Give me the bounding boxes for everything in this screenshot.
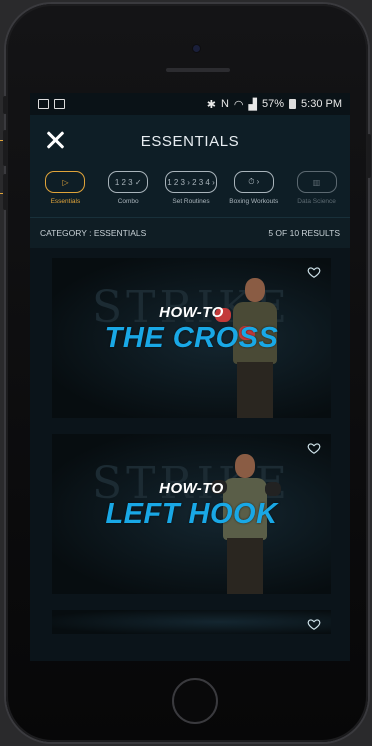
status-right: ✱ N ◠ ▟ 57% 5:30 PM: [207, 98, 342, 111]
tab-label: Set Routines: [172, 198, 210, 205]
video-card[interactable]: STRIKE HOW-TO LEFT HOOK: [52, 434, 331, 594]
play-icon: ▷: [45, 171, 86, 193]
card-heading: HOW-TO: [159, 480, 224, 497]
tab-label: Combo: [117, 198, 139, 205]
heart-icon[interactable]: [307, 265, 321, 279]
gallery-icon: [38, 99, 49, 109]
tab-boxing-workouts[interactable]: ⏱ › Boxing Workouts: [222, 171, 285, 205]
close-icon[interactable]: [44, 128, 68, 152]
page-title: ESSENTIALS: [140, 132, 240, 150]
side-button-power: [367, 134, 371, 178]
boxer-head: [235, 454, 255, 478]
timer-icon: ⏱ ›: [233, 171, 274, 193]
tab-set-routines[interactable]: 1 2 3 › 2 3 4 › Set Routines: [160, 171, 223, 205]
home-button[interactable]: [172, 678, 218, 724]
heart-icon[interactable]: [307, 617, 321, 631]
app-screen: ✱ N ◠ ▟ 57% 5:30 PM ESSENTIALS ▷ Essenti…: [30, 93, 350, 661]
tab-label: Boxing Workouts: [229, 198, 279, 205]
video-list: STRIKE HOW-TO THE CROSS STRIKE HOW-TO LE…: [30, 248, 350, 661]
tab-label: Data Science: [297, 198, 336, 205]
tab-essentials[interactable]: ▷ Essentials: [34, 171, 97, 205]
card-title: LEFT HOOK: [105, 498, 278, 530]
card-heading: HOW-TO: [159, 304, 224, 321]
card-background: [52, 610, 331, 634]
bluetooth-icon: ✱: [206, 98, 216, 111]
tab-data-science[interactable]: ▥ Data Science: [285, 171, 348, 205]
battery-icon: [289, 99, 297, 109]
heart-icon[interactable]: [307, 441, 321, 455]
notification-icon: [54, 99, 65, 109]
combo-icon: 1 2 3 ✓: [108, 171, 149, 193]
wifi-icon: ◠: [233, 98, 244, 111]
battery-percent: 57%: [262, 98, 285, 110]
results-count: 5 OF 10 RESULTS: [268, 228, 340, 238]
status-bar: ✱ N ◠ ▟ 57% 5:30 PM: [30, 93, 350, 115]
category-bar: CATEGORY : ESSENTIALS 5 OF 10 RESULTS: [30, 217, 350, 248]
side-button-volume-down: [3, 174, 7, 210]
earpiece-speaker: [166, 68, 230, 72]
nfc-icon: N: [220, 98, 229, 110]
category-tabs: ▷ Essentials 1 2 3 ✓ Combo 1 2 3 › 2 3 4…: [30, 167, 350, 217]
signal-icon: ▟: [248, 98, 257, 111]
boxer-legs: [237, 362, 273, 418]
tab-combo[interactable]: 1 2 3 ✓ Combo: [97, 171, 160, 205]
boxer-legs: [227, 538, 263, 594]
video-card[interactable]: [52, 610, 331, 634]
tab-label: Essentials: [50, 198, 81, 205]
status-time: 5:30 PM: [301, 98, 342, 110]
front-camera: [193, 45, 200, 52]
status-left: [38, 99, 65, 109]
side-button-volume-up: [3, 130, 7, 166]
side-button-silent: [3, 96, 7, 114]
routines-icon: 1 2 3 › 2 3 4 ›: [164, 171, 217, 193]
video-card[interactable]: STRIKE HOW-TO THE CROSS: [52, 258, 331, 418]
card-title: THE CROSS: [104, 322, 279, 354]
data-icon: ▥: [296, 171, 337, 193]
category-label: CATEGORY : ESSENTIALS: [40, 228, 147, 238]
app-header: ESSENTIALS: [30, 115, 350, 167]
boxer-head: [245, 278, 265, 302]
